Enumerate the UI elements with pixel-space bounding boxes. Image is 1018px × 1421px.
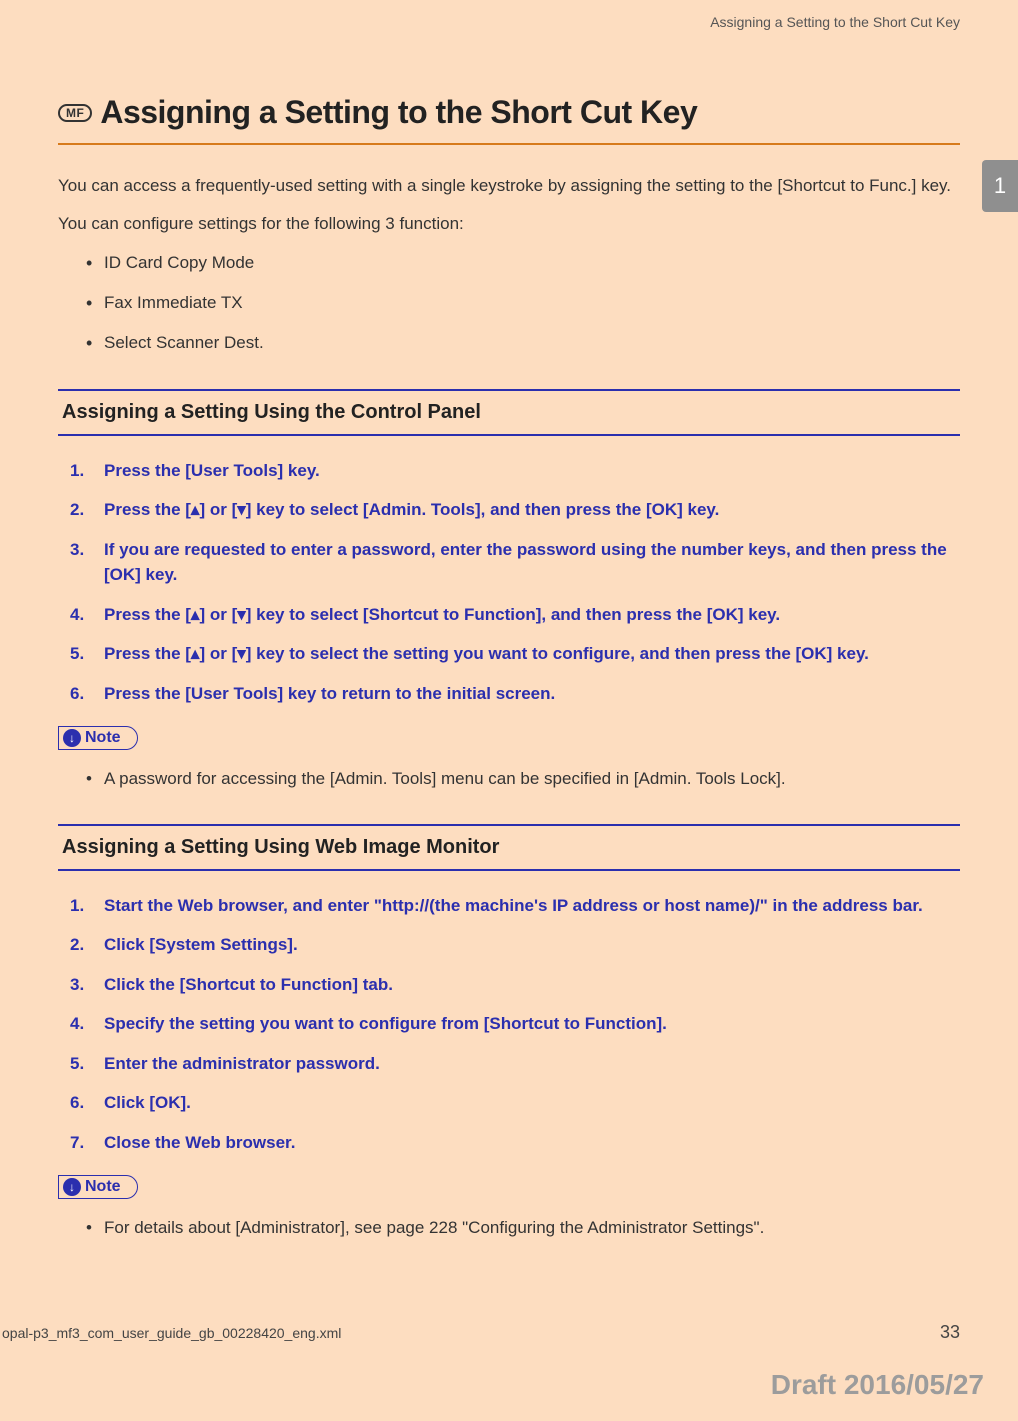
step-item: Close the Web browser.: [70, 1130, 960, 1156]
draft-watermark: Draft 2016/05/27: [771, 1369, 984, 1401]
page-footer: opal-p3_mf3_com_user_guide_gb_00228420_e…: [0, 1322, 1018, 1343]
running-header: Assigning a Setting to the Short Cut Key: [58, 0, 960, 30]
mf-badge-icon: MF: [58, 104, 92, 122]
step-item: Press the [▴] or [▾] key to select the s…: [70, 641, 960, 667]
step-item: Enter the administrator password.: [70, 1051, 960, 1077]
section-control-panel: Assigning a Setting Using the Control Pa…: [58, 389, 960, 792]
section-heading: Assigning a Setting Using Web Image Moni…: [58, 824, 960, 871]
step-item: Specify the setting you want to configur…: [70, 1011, 960, 1037]
page-number: 33: [940, 1322, 960, 1343]
step-item: Press the [▴] or [▾] key to select [Admi…: [70, 497, 960, 523]
list-item: ID Card Copy Mode: [86, 250, 960, 276]
note-label: Note: [85, 729, 121, 747]
note-badge: ↓ Note: [58, 726, 138, 750]
footer-filename: opal-p3_mf3_com_user_guide_gb_00228420_e…: [2, 1325, 341, 1341]
section-web-image-monitor: Assigning a Setting Using Web Image Moni…: [58, 824, 960, 1241]
step-item: Press the [User Tools] key to return to …: [70, 681, 960, 707]
step-item: Click the [Shortcut to Function] tab.: [70, 972, 960, 998]
step-item: Click [OK].: [70, 1090, 960, 1116]
arrow-down-icon: ↓: [63, 729, 81, 747]
intro-paragraph-1: You can access a frequently-used setting…: [58, 173, 960, 199]
note-item: For details about [Administrator], see p…: [86, 1215, 960, 1241]
step-item: Press the [▴] or [▾] key to select [Shor…: [70, 602, 960, 628]
section-heading: Assigning a Setting Using the Control Pa…: [58, 389, 960, 436]
step-item: Press the [User Tools] key.: [70, 458, 960, 484]
note-label: Note: [85, 1178, 121, 1196]
intro-block: You can access a frequently-used setting…: [58, 173, 960, 357]
note-item: A password for accessing the [Admin. Too…: [86, 766, 960, 792]
page-title: Assigning a Setting to the Short Cut Key: [100, 94, 697, 131]
note-badge: ↓ Note: [58, 1175, 138, 1199]
list-item: Fax Immediate TX: [86, 290, 960, 316]
step-item: Click [System Settings].: [70, 932, 960, 958]
arrow-down-icon: ↓: [63, 1178, 81, 1196]
section-tab: 1: [982, 160, 1018, 212]
list-item: Select Scanner Dest.: [86, 330, 960, 356]
intro-paragraph-2: You can configure settings for the follo…: [58, 211, 960, 237]
step-item: If you are requested to enter a password…: [70, 537, 960, 588]
step-item: Start the Web browser, and enter "http:/…: [70, 893, 960, 919]
